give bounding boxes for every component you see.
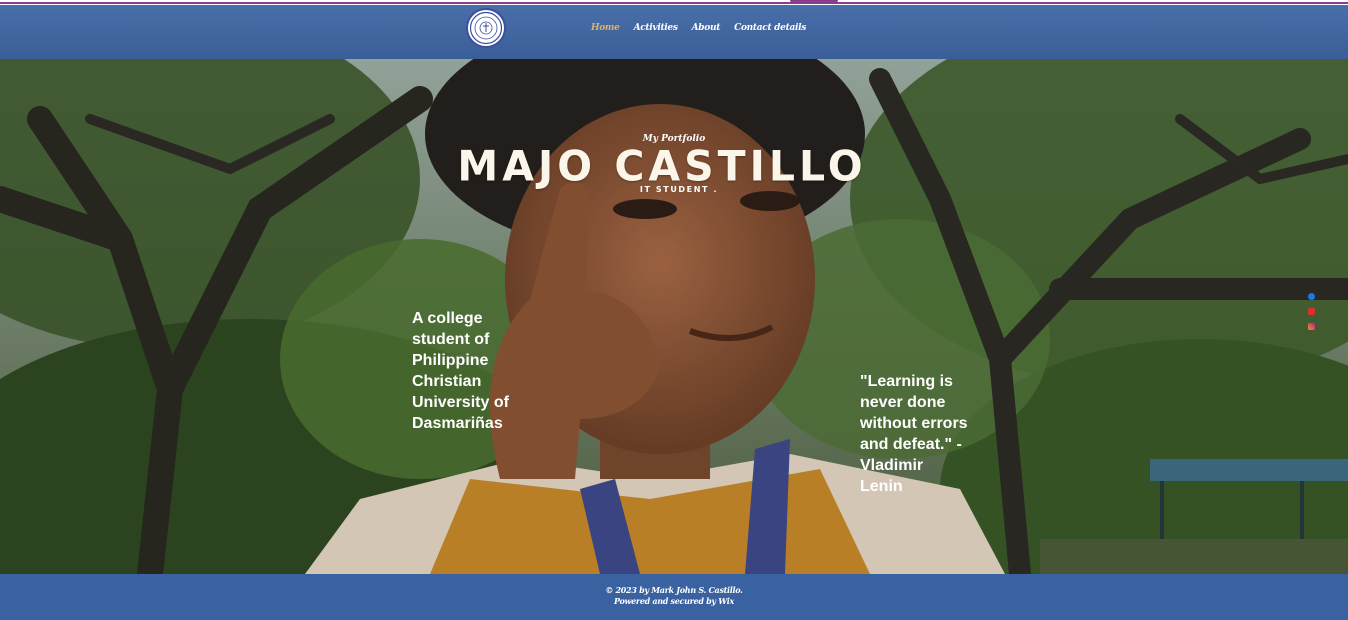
footer-copyright: © 2023 by Mark John S. Castillo. — [605, 585, 743, 595]
nav-about[interactable]: About — [692, 23, 721, 33]
site-footer: © 2023 by Mark John S. Castillo. Powered… — [0, 574, 1348, 620]
facebook-icon[interactable] — [1308, 293, 1315, 300]
top-accent-bar — [0, 0, 1348, 4]
main-nav: Home Activities About Contact details — [591, 23, 806, 33]
hero-section: My Portfolio MAJO CASTILLO IT STUDENT . … — [0, 59, 1348, 574]
youtube-icon[interactable] — [1308, 308, 1315, 315]
hero-name-title: MAJO CASTILLO — [457, 141, 867, 191]
intro-text: A college student of Philippine Christia… — [412, 310, 509, 432]
nav-contact-details[interactable]: Contact details — [734, 23, 806, 33]
instagram-icon[interactable] — [1308, 323, 1315, 330]
quote-text: "Learning is never done without errors a… — [860, 373, 968, 495]
hero-subtitle: IT STUDENT . — [639, 185, 719, 194]
nav-activities[interactable]: Activities — [634, 23, 678, 33]
top-accent-tab — [790, 0, 838, 3]
social-bar — [1308, 293, 1316, 338]
site-header: Home Activities About Contact details — [0, 5, 1348, 59]
nav-home[interactable]: Home — [591, 23, 620, 33]
university-seal-icon[interactable] — [466, 8, 506, 48]
footer-powered-by: Powered and secured by Wix — [613, 596, 735, 606]
